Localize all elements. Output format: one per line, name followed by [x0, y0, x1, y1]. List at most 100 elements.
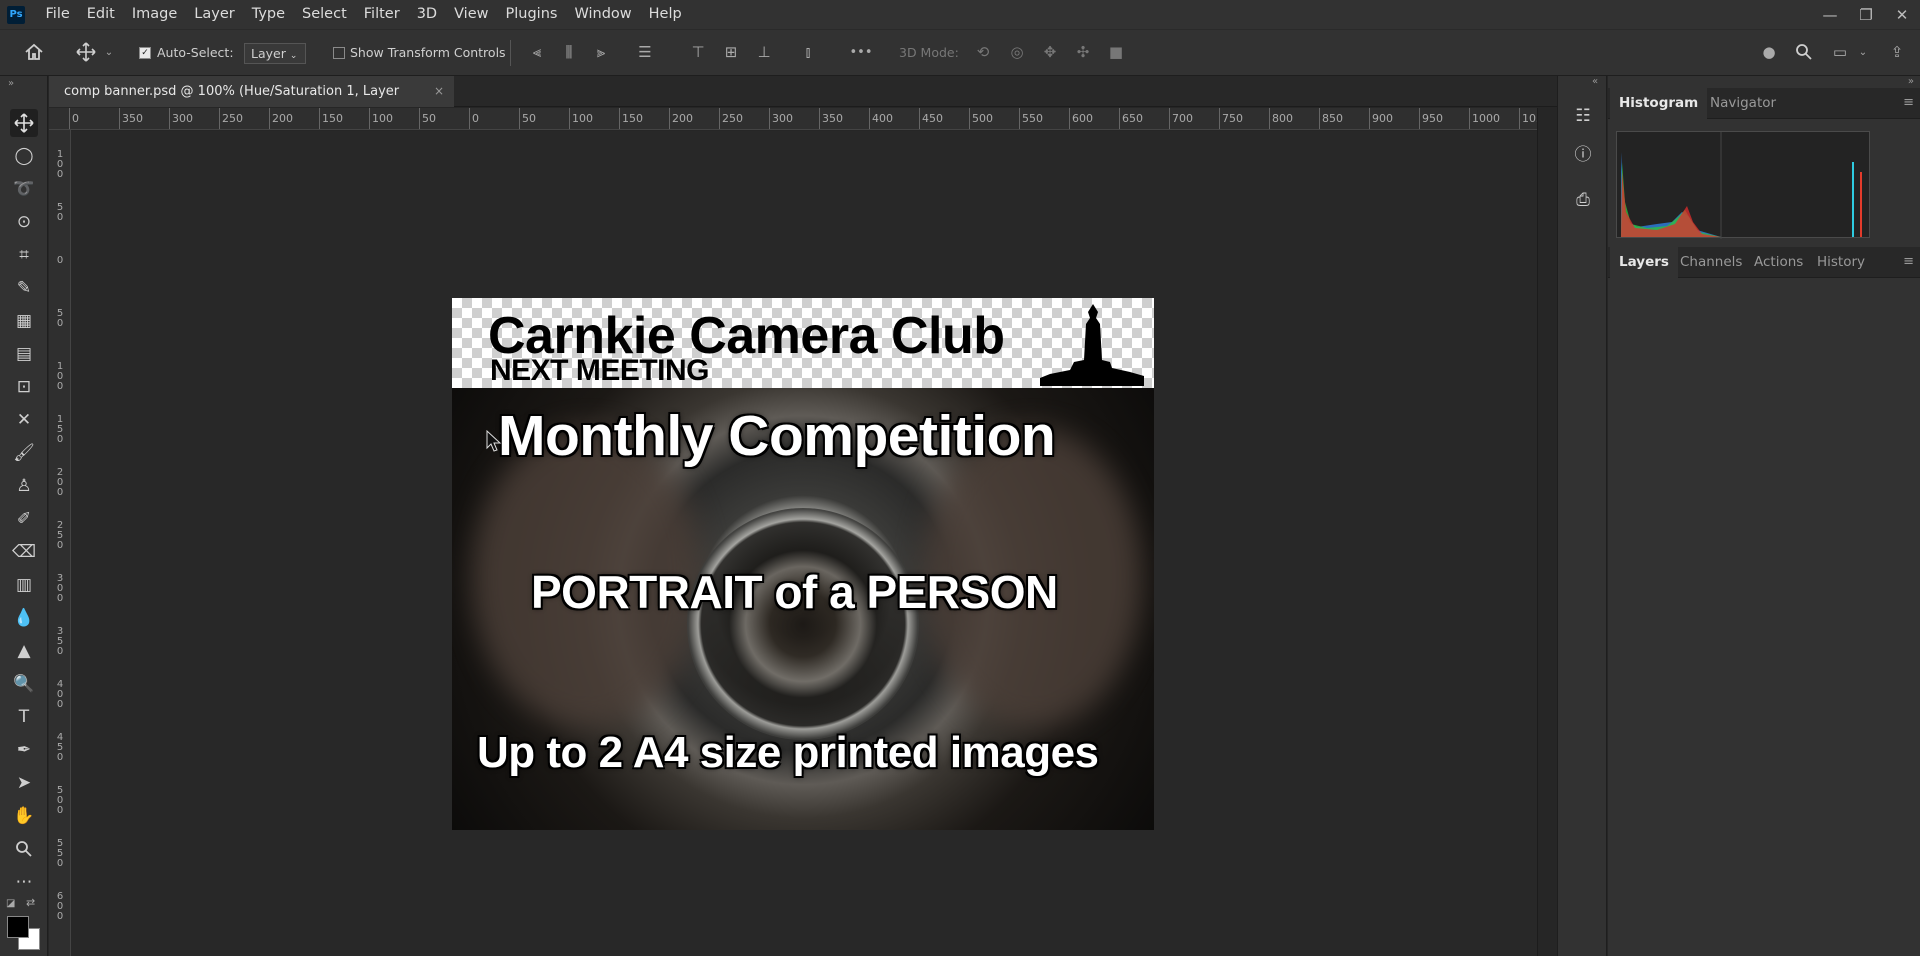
- share-person-icon[interactable]: ●: [1758, 41, 1780, 63]
- dodge-tool-icon[interactable]: 🔍: [10, 670, 38, 698]
- align-middle-v-icon[interactable]: ⊞: [720, 41, 742, 63]
- document-image[interactable]: Carnkie Camera Club NEXT MEETING Monthly…: [452, 298, 1154, 830]
- layers-panel-tabs: Layers Channels Actions History ≡: [1608, 247, 1920, 278]
- home-icon[interactable]: [23, 41, 45, 63]
- menu-help[interactable]: Help: [640, 0, 690, 29]
- history-brush-icon[interactable]: ✐: [10, 505, 38, 533]
- tab-navigator[interactable]: Navigator: [1701, 88, 1785, 119]
- tab-channels[interactable]: Channels: [1671, 247, 1751, 278]
- frame-tool-icon[interactable]: ⊡: [10, 373, 38, 401]
- ruler-tick-label: 1 0 0: [56, 149, 64, 180]
- minimize-button[interactable]: —: [1812, 0, 1848, 29]
- ruler-tick-label: 250: [222, 112, 243, 125]
- foreground-color-swatch[interactable]: [7, 916, 29, 938]
- vertical-scrollbar[interactable]: [1537, 108, 1557, 956]
- close-tab-icon[interactable]: ×: [434, 76, 444, 107]
- align-bottom-icon[interactable]: ⊥: [753, 41, 775, 63]
- clone-stamp-icon[interactable]: ♙: [10, 472, 38, 500]
- eraser-tool-icon[interactable]: ⌫: [10, 538, 38, 566]
- chevron-down-icon[interactable]: ⌄: [1857, 41, 1869, 63]
- content-aware-move-icon[interactable]: ✕: [10, 406, 38, 434]
- auto-select-target-dropdown[interactable]: Layer ⌄: [244, 43, 306, 64]
- orbit-3d-icon[interactable]: ⟲: [972, 41, 994, 63]
- sharpen-tool-icon[interactable]: ▲: [10, 637, 38, 665]
- lasso-tool-icon[interactable]: ➰: [10, 175, 38, 203]
- distribute-vertical-icon[interactable]: ⫾: [797, 41, 819, 63]
- eyedropper-icon[interactable]: ✎: [10, 274, 38, 302]
- search-icon[interactable]: [1793, 41, 1815, 63]
- menu-file[interactable]: File: [37, 0, 78, 29]
- menu-type[interactable]: Type: [243, 0, 293, 29]
- auto-select-checkbox[interactable]: ✓: [139, 45, 151, 60]
- layers-list[interactable]: [1608, 279, 1920, 956]
- ruler-tick-label: 450: [922, 112, 943, 125]
- pen-tool-icon[interactable]: ✒: [10, 736, 38, 764]
- move-tool-preset-icon[interactable]: [75, 41, 97, 63]
- ruler-tick-label: 500: [972, 112, 993, 125]
- move-tool-icon[interactable]: [10, 109, 38, 137]
- ruler-tick-label: 250: [722, 112, 743, 125]
- menu-edit[interactable]: Edit: [78, 0, 123, 29]
- collapsed-panels-column: « ☷ ⓘ ⎙: [1557, 76, 1607, 956]
- clone-source-icon[interactable]: ⎙: [1571, 188, 1595, 212]
- patch-tool-icon[interactable]: ▤: [10, 340, 38, 368]
- crop-tool-icon[interactable]: ⌗: [10, 241, 38, 269]
- align-top-icon[interactable]: ⊤: [687, 41, 709, 63]
- share-icon[interactable]: ⇪: [1886, 41, 1908, 63]
- swap-colors-icon[interactable]: ⇄: [26, 896, 35, 909]
- gradient-tool-icon[interactable]: ▥: [10, 571, 38, 599]
- collapse-panel-icon[interactable]: «: [1592, 76, 1598, 87]
- align-center-h-icon[interactable]: ⫼: [558, 41, 580, 63]
- align-left-icon[interactable]: ⫷: [526, 41, 548, 63]
- panel-menu-icon[interactable]: ≡: [1903, 254, 1914, 269]
- menu-window[interactable]: Window: [566, 0, 640, 29]
- ruler-tick-mark: [1319, 108, 1320, 129]
- ruler-tick-mark: [219, 108, 220, 129]
- close-window-button[interactable]: ✕: [1884, 0, 1920, 29]
- roll-3d-icon[interactable]: ◎: [1006, 41, 1028, 63]
- slide-3d-icon[interactable]: ✣: [1072, 41, 1094, 63]
- ruler-tick-mark: [969, 108, 970, 129]
- menu-filter[interactable]: Filter: [355, 0, 408, 29]
- chevron-down-icon[interactable]: ⌄: [103, 41, 115, 63]
- elliptical-marquee-icon[interactable]: ◯: [10, 142, 38, 170]
- ruler-tick-label: 750: [1222, 112, 1243, 125]
- zoom-tool-icon[interactable]: [10, 835, 38, 863]
- quick-selection-icon[interactable]: ⊙: [10, 208, 38, 236]
- tab-layers[interactable]: Layers: [1610, 247, 1678, 278]
- path-selection-icon[interactable]: ➤: [10, 769, 38, 797]
- menu-3d[interactable]: 3D: [408, 0, 445, 29]
- workspace-icon[interactable]: ▭: [1829, 41, 1851, 63]
- hand-tool-icon[interactable]: ✋: [10, 802, 38, 830]
- info-icon[interactable]: ⓘ: [1571, 140, 1595, 165]
- expand-panel-icon[interactable]: »: [8, 78, 14, 89]
- tab-history[interactable]: History: [1808, 247, 1874, 278]
- brush-tool-icon[interactable]: 🖌: [10, 439, 38, 467]
- show-transform-checkbox[interactable]: [333, 45, 345, 60]
- healing-brush-icon[interactable]: ▦: [10, 307, 38, 335]
- menu-view[interactable]: View: [446, 0, 497, 29]
- align-right-icon[interactable]: ⫸: [590, 41, 612, 63]
- panel-menu-icon[interactable]: ≡: [1903, 95, 1914, 110]
- ruler-tick-mark: [1069, 108, 1070, 129]
- menu-plugins[interactable]: Plugins: [497, 0, 566, 29]
- properties-icon[interactable]: ☷: [1571, 104, 1595, 128]
- expand-panels-icon[interactable]: »: [1908, 76, 1914, 87]
- menu-layer[interactable]: Layer: [186, 0, 243, 29]
- video-camera-icon[interactable]: ■: [1105, 41, 1127, 63]
- menu-select[interactable]: Select: [294, 0, 356, 29]
- type-tool-icon[interactable]: T: [10, 703, 38, 731]
- menu-image[interactable]: Image: [123, 0, 185, 29]
- vertical-ruler: 1 0 0 5 0 0 5 0 1 0 0 1 5 0 2 0 0 2 5 0 3 0 0 3 5…: [49, 130, 71, 956]
- document-tab[interactable]: comp banner.psd @ 100% (Hue/Saturation 1…: [49, 76, 454, 130]
- distribute-horizontal-icon[interactable]: ☰: [634, 41, 656, 63]
- tab-histogram[interactable]: Histogram: [1610, 88, 1708, 119]
- edit-toolbar-icon[interactable]: ⋯: [10, 868, 38, 896]
- ruler-tick-label: 1000: [1472, 112, 1500, 125]
- default-colors-icon[interactable]: ◪: [6, 898, 15, 909]
- restore-button[interactable]: ❐: [1848, 0, 1884, 29]
- tab-actions[interactable]: Actions: [1745, 247, 1812, 278]
- blur-tool-icon[interactable]: 💧: [10, 604, 38, 632]
- pan-3d-icon[interactable]: ✥: [1039, 41, 1061, 63]
- more-options-icon[interactable]: •••: [850, 41, 873, 63]
